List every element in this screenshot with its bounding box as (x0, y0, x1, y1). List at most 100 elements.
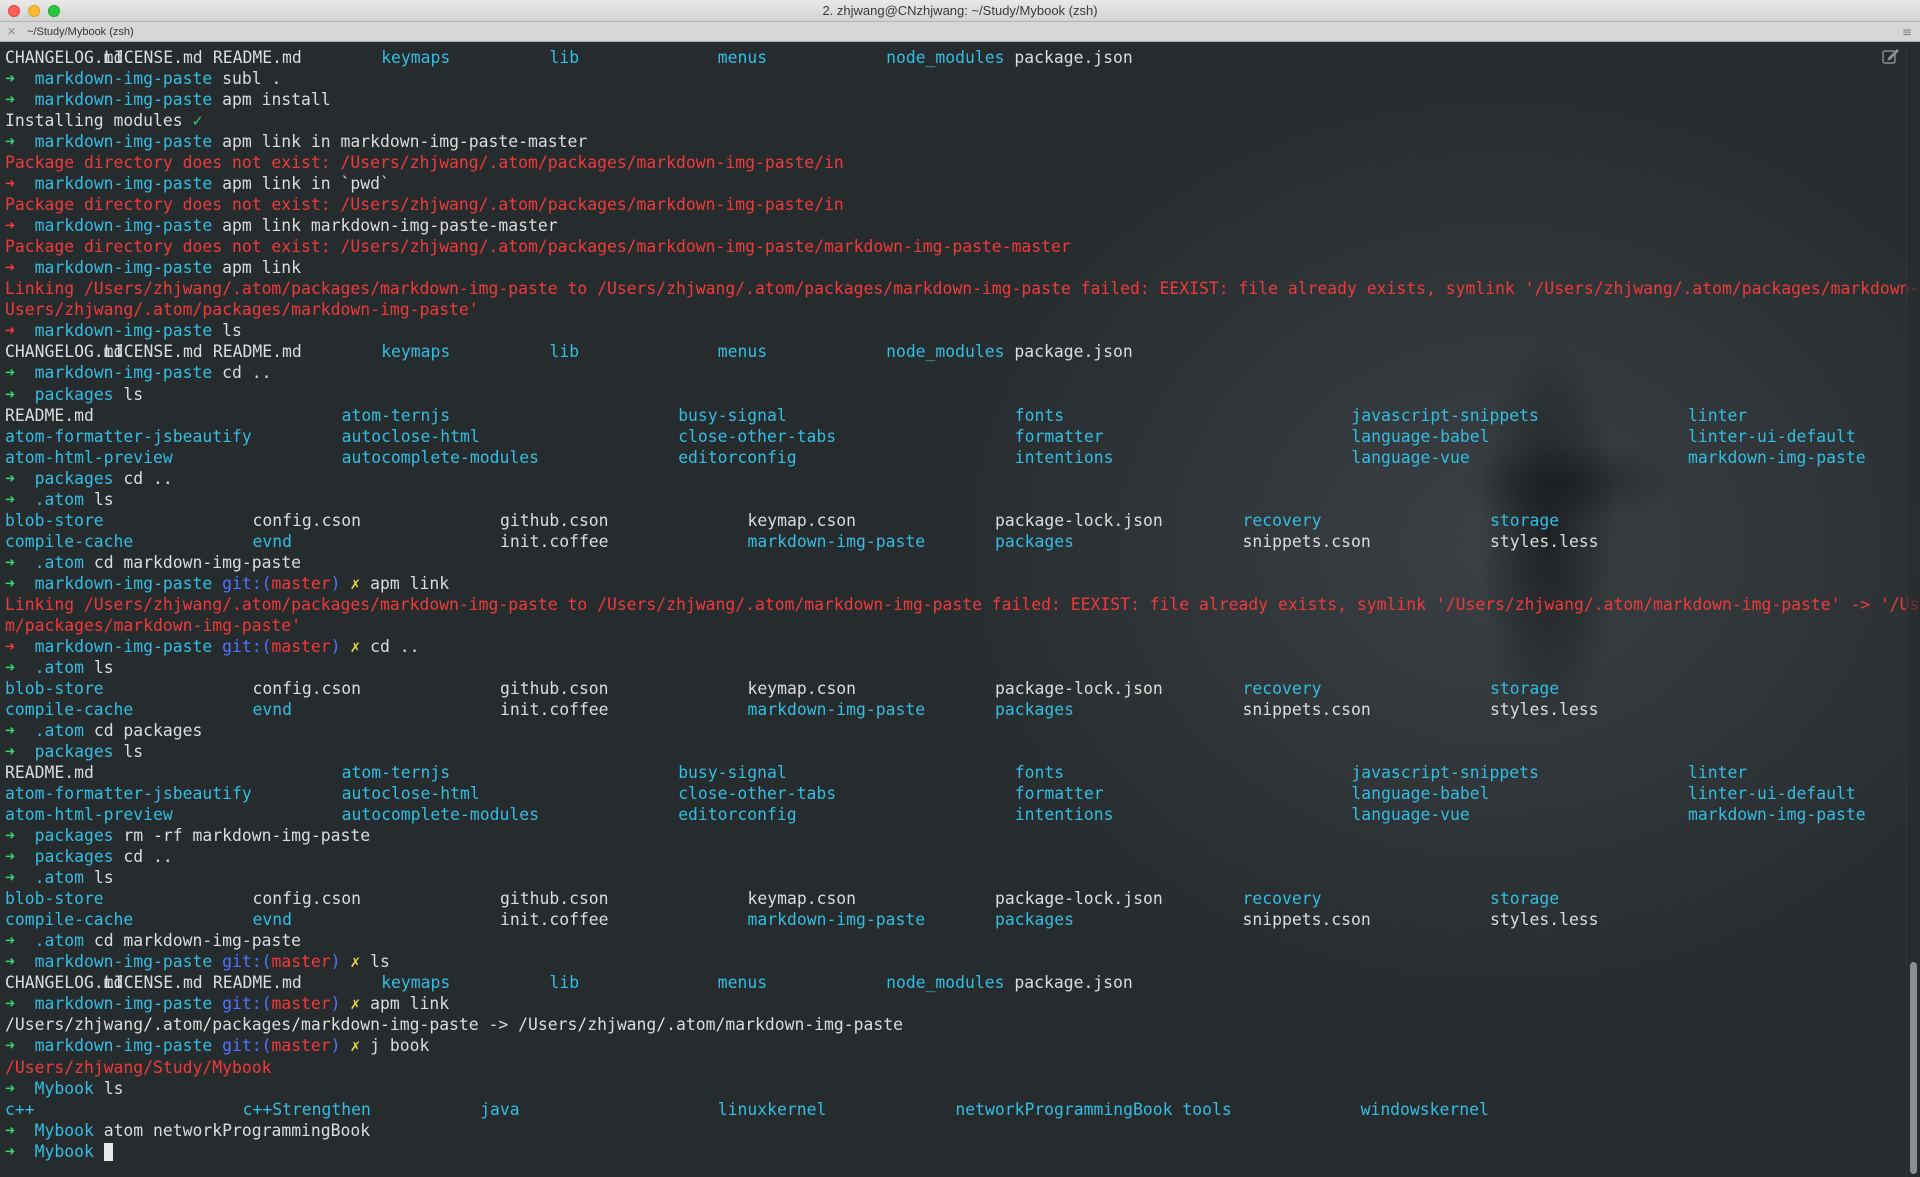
listing-entry: init.coffee (500, 699, 609, 719)
terminal-line: Users/zhjwang/.atom/packages/markdown-im… (5, 299, 1900, 320)
terminal-line: ➜ .atom ls (5, 489, 1900, 510)
terminal-line: ➜ markdown-img-paste git:(master) ✗ cd .… (5, 636, 1900, 657)
listing-entry: markdown-img-paste (1687, 447, 1866, 467)
listing-entry: intentions (1014, 805, 1114, 825)
listing-entry: fonts (1014, 763, 1065, 783)
line-segment: Users/zhjwang/.atom/packages/markdown-im… (5, 300, 479, 320)
line-segment: ls (360, 952, 390, 972)
terminal-line: CHANGELOG.mdLICENSE.md README.md keymaps li… (5, 972, 1900, 993)
line-segment: markdown-img-paste (34, 952, 213, 972)
line-segment: ✗ (340, 636, 361, 656)
line-segment: master (271, 994, 331, 1014)
listing-entry: atom-ternjs (341, 763, 451, 783)
line-segment: ls (93, 1078, 124, 1098)
listing-entry: markdown-img-paste (747, 910, 926, 930)
terminal-line: ➜ Mybook ls (5, 1078, 1900, 1099)
listing-entry: lib (549, 48, 580, 67)
terminal-line: ➜ markdown-img-paste apm link in markdow… (5, 131, 1900, 152)
line-segment: markdown-img-paste (34, 994, 213, 1014)
listing-entry: packages (995, 531, 1074, 551)
listing-entry: LICENSE.md (104, 48, 203, 67)
listing-entry: README.md (5, 405, 94, 425)
line-segment: Package directory does not exist: /Users… (5, 153, 844, 173)
listing-entry: networkProgrammingBook (955, 1099, 1173, 1119)
listing-entry: close-other-tabs (678, 784, 837, 804)
line-segment: ➜ (5, 1078, 35, 1098)
listing-entry: autocomplete-modules (341, 447, 539, 467)
listing-entry: autoclose-html (341, 426, 480, 446)
listing-entry: evnd (252, 699, 292, 719)
terminal-line: compile-cache evnd init.coffee markdown-img… (5, 909, 1900, 930)
line-segment: ) (330, 636, 341, 656)
line-segment: cd .. (113, 847, 173, 867)
terminal-line: ➜ markdown-img-paste git:(master) ✗ apm … (5, 993, 1900, 1014)
line-segment: ➜ (5, 468, 35, 488)
listing-entry: atom-html-preview (5, 805, 173, 825)
line-segment: packages (34, 847, 114, 867)
listing-entry: lib (549, 342, 580, 362)
line-segment: ls (113, 742, 144, 762)
line-segment: .atom (34, 657, 84, 677)
title-bar[interactable]: 2. zhjwang@CNzhjwang: ~/Study/Mybook (zs… (0, 0, 1920, 22)
line-segment: ls (83, 489, 114, 509)
line-segment: ➜ (5, 363, 35, 383)
line-segment: ➜ (5, 552, 35, 572)
close-icon[interactable]: ✕ (7, 24, 16, 40)
terminal-line: README.md atom-ternjs busy-signal fonts java… (5, 762, 1900, 783)
tab-bar: ✕ ~/Study/Mybook (zsh) ≡ (0, 22, 1920, 42)
listing-entry: snippets.cson (1242, 910, 1371, 930)
listing-entry: java (480, 1099, 520, 1119)
scrollbar-thumb[interactable] (1910, 962, 1917, 1174)
line-segment (212, 1036, 222, 1055)
line-segment: apm link (360, 573, 450, 593)
listing-entry: markdown-img-paste (747, 531, 926, 551)
terminal-line: ➜ .atom cd packages (5, 720, 1900, 741)
listing-entry: github.cson (500, 889, 609, 909)
line-segment: ✗ (340, 952, 361, 972)
listing-entry: snippets.cson (1242, 531, 1371, 551)
listing-entry: keymaps (381, 342, 451, 362)
line-segment: markdown-img-paste (34, 132, 213, 152)
line-segment: master (271, 952, 331, 972)
terminal-output[interactable]: CHANGELOG.mdLICENSE.md README.md keymaps li… (0, 42, 1920, 1177)
listing-entry: node_modules (886, 973, 1005, 993)
terminal-line: /Users/zhjwang/Study/Mybook (5, 1057, 1900, 1078)
terminal-line: ➜ Mybook atom networkProgrammingBook (5, 1120, 1900, 1141)
listing-entry: blob-store (5, 510, 104, 530)
line-segment: ➜ (5, 132, 35, 152)
listing-entry: LICENSE.md (104, 973, 203, 993)
terminal-line: ➜ packages rm -rf markdown-img-paste (5, 825, 1900, 846)
line-segment: git:( (222, 1036, 272, 1056)
listing-entry: linter-ui-default (1687, 426, 1856, 446)
line-segment: Mybook (34, 1141, 94, 1161)
line-segment: markdown-img-paste (34, 636, 213, 656)
terminal-line: blob-store config.cson github.cson keymap.c… (5, 888, 1900, 909)
listing-entry: javascript-snippets (1351, 405, 1539, 425)
terminal-line: CHANGELOG.mdLICENSE.md README.md keymaps li… (5, 47, 1900, 68)
terminal-line: ➜ .atom ls (5, 657, 1900, 678)
line-segment: ls (113, 384, 144, 404)
listing-entry: package.json (1004, 973, 1133, 993)
listing-entry: packages (995, 910, 1074, 930)
listing-entry: compile-cache (5, 699, 134, 719)
terminal-line: compile-cache evnd init.coffee markdown-img… (5, 699, 1900, 720)
terminal-line: ➜ .atom ls (5, 867, 1900, 888)
listing-entry: autoclose-html (341, 784, 480, 804)
listing-entry: language-vue (1351, 805, 1470, 825)
listing-entry: menus (717, 48, 768, 67)
menu-icon[interactable]: ≡ (1902, 24, 1912, 40)
line-segment: ➜ (5, 868, 35, 888)
terminal-line: m/packages/markdown-img-paste' (5, 615, 1900, 636)
line-segment: ➜ (5, 1120, 35, 1140)
tab-title[interactable]: ~/Study/Mybook (zsh) (27, 24, 134, 40)
listing-entry: atom-ternjs (341, 405, 451, 425)
line-segment: ✗ (340, 994, 361, 1014)
terminal-line: Linking /Users/zhjwang/.atom/packages/ma… (5, 278, 1920, 299)
edit-icon[interactable] (1882, 48, 1900, 64)
listing-entry: github.cson (500, 678, 609, 698)
line-segment: ➜ (5, 952, 35, 972)
line-segment: packages (34, 826, 114, 846)
terminal-line: ➜ markdown-img-paste git:(master) ✗ apm … (5, 573, 1900, 594)
scrollbar[interactable] (1906, 42, 1920, 1177)
line-segment: markdown-img-paste (34, 321, 213, 341)
